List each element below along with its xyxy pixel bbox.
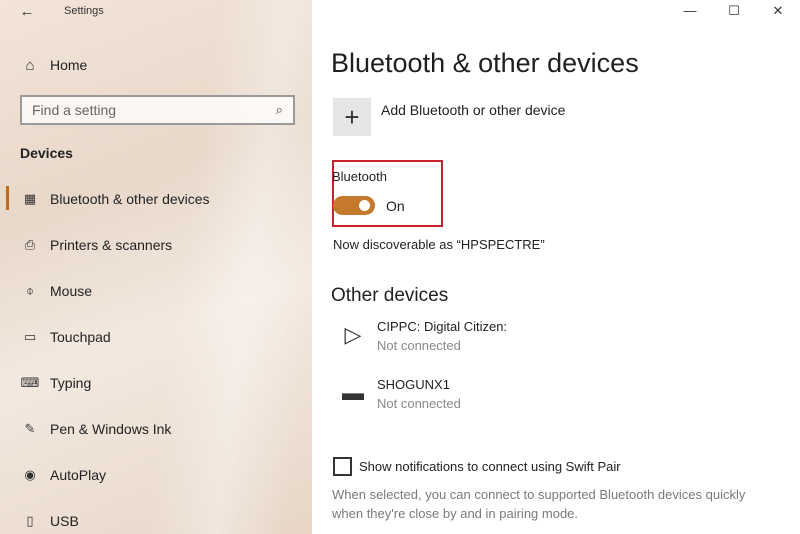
sidebar-item-label: Mouse [50,283,93,299]
device-item[interactable]: ▷ CIPPC: Digital Citizen: Not connected [340,318,508,356]
sidebar-item-printers[interactable]: ⎙ Printers & scanners [0,222,312,268]
mouse-icon: ⌽ [26,283,34,298]
sidebar-item-autoplay[interactable]: ◉ AutoPlay [0,452,312,498]
sidebar-item-label: AutoPlay [50,467,107,483]
discoverable-text: Now discoverable as “HPSPECTRE” [333,237,545,252]
device-name: SHOGUNX1 [377,377,450,392]
sidebar: ← Settings ⌂ Home ⌕ Devices ▦ Bluetooth … [0,0,312,534]
sidebar-item-typing[interactable]: ⌨ Typing [0,360,312,406]
window-controls: — ☐ ✕ [668,0,800,26]
minimize-button[interactable]: — [668,0,712,24]
media-device-icon: ▷ [344,322,362,347]
swift-pair-label: Show notifications to connect using Swif… [359,459,621,474]
sidebar-item-bluetooth[interactable]: ▦ Bluetooth & other devices [0,176,312,222]
bluetooth-devices-icon: ▦ [23,191,37,206]
sidebar-item-label: Pen & Windows Ink [50,421,172,437]
selected-indicator [6,186,9,210]
toggle-knob [359,200,370,211]
sidebar-item-touchpad[interactable]: ▭ Touchpad [0,314,312,360]
settings-window: ← Settings ⌂ Home ⌕ Devices ▦ Bluetooth … [0,0,800,534]
search-icon[interactable]: ⌕ [276,102,283,118]
pen-icon: ✎ [24,421,36,436]
sidebar-item-label: Typing [50,375,92,391]
title-bar: ← Settings [0,0,312,26]
bluetooth-toggle[interactable] [333,196,375,215]
usb-icon: ▯ [26,513,34,528]
autoplay-icon: ◉ [24,467,36,482]
device-status: Not connected [377,396,461,411]
device-status: Not connected [377,338,461,353]
other-devices-heading: Other devices [331,285,449,306]
search-box: ⌕ [20,95,295,125]
bluetooth-state-label: On [386,198,405,214]
device-item[interactable]: ▬ SHOGUNX1 Not connected [340,376,461,414]
swift-pair-option[interactable]: Show notifications to connect using Swif… [333,457,621,476]
maximize-button[interactable]: ☐ [712,0,756,24]
devices-section-heading: Devices [20,145,73,161]
sidebar-item-mouse[interactable]: ⌽ Mouse [0,268,312,314]
search-input[interactable] [32,102,262,118]
page-title: Bluetooth & other devices [331,48,639,78]
add-device-label: Add Bluetooth or other device [381,102,566,118]
add-device-button[interactable]: + Add Bluetooth or other device [333,98,565,136]
sidebar-item-pen[interactable]: ✎ Pen & Windows Ink [0,406,312,452]
home-icon: ⌂ [25,56,35,74]
swift-pair-checkbox[interactable] [333,457,352,476]
sidebar-item-label: Touchpad [50,329,111,345]
touchpad-icon: ▭ [23,329,37,344]
swift-pair-description: When selected, you can connect to suppor… [332,487,746,521]
sidebar-item-usb[interactable]: ▯ USB [0,498,312,534]
main-pane: — ☐ ✕ Bluetooth & other devices + Add Bl… [312,0,800,534]
home-link[interactable]: ⌂ Home [0,50,312,80]
printer-icon: ⎙ [24,237,36,252]
sidebar-nav: ▦ Bluetooth & other devices ⎙ Printers &… [0,176,312,534]
app-title: Settings [64,5,104,17]
device-name: CIPPC: Digital Citizen: [377,319,508,334]
keyboard-icon: ⌨ [20,375,40,390]
sidebar-item-label: USB [50,513,79,529]
sidebar-item-label: Bluetooth & other devices [50,191,210,207]
plus-icon: + [333,98,371,136]
drive-device-icon: ▬ [342,380,364,405]
sidebar-item-label: Printers & scanners [50,237,173,253]
back-button[interactable]: ← [16,2,38,22]
close-button[interactable]: ✕ [756,0,800,24]
home-label: Home [50,57,88,73]
bluetooth-label: Bluetooth [332,169,387,184]
